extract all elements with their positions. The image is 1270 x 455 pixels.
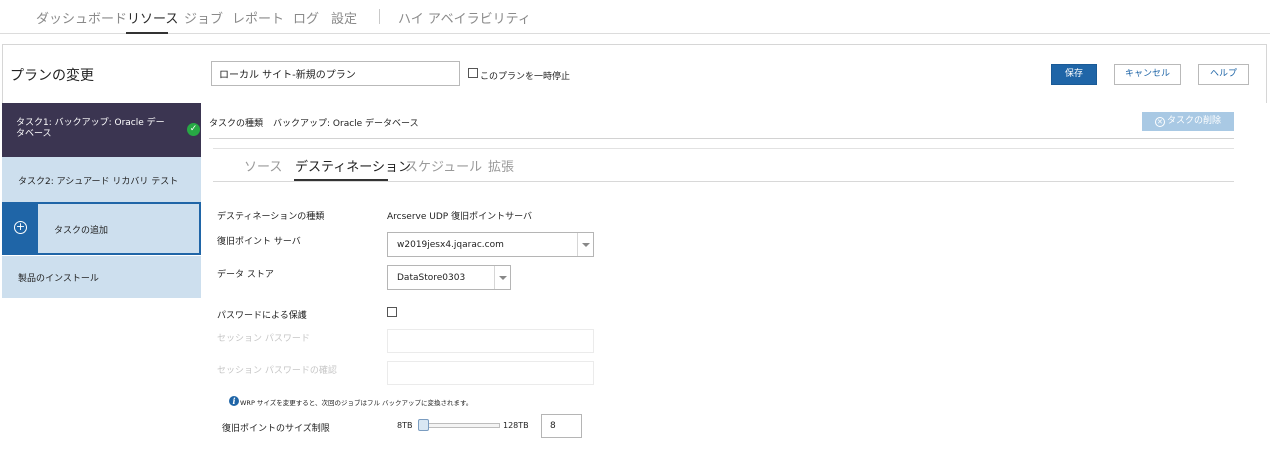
task-type-value: バックアップ: Oracle データベース bbox=[273, 119, 419, 129]
nav-high-availability[interactable]: ハイ アベイラビリティ bbox=[398, 8, 531, 27]
close-circle-icon: ✕ bbox=[1154, 117, 1165, 127]
size-slider-handle[interactable] bbox=[418, 419, 429, 431]
info-message: WRP サイズを変更すると、次回のジョブはフル バックアップに変換されます。 bbox=[240, 399, 473, 407]
rps-select-value: w2019jesx4.jqarac.com bbox=[397, 240, 504, 250]
password-protect-label: パスワードによる保護 bbox=[217, 311, 307, 321]
help-button[interactable]: ヘルプ bbox=[1198, 64, 1249, 85]
sidebar-item-label: タスクの追加 bbox=[54, 226, 109, 236]
page-title: プランの変更 bbox=[10, 68, 94, 84]
plus-circle-icon: + bbox=[14, 220, 27, 234]
nav-active-indicator bbox=[126, 32, 168, 34]
pause-plan-checkbox[interactable] bbox=[468, 68, 478, 78]
size-limit-input[interactable]: 8 bbox=[541, 414, 582, 438]
password-protect-checkbox[interactable] bbox=[387, 307, 397, 317]
check-icon: ✓ bbox=[187, 123, 200, 136]
nav-resources[interactable]: リソース bbox=[127, 8, 178, 27]
tab-schedule[interactable]: スケジュール bbox=[405, 156, 482, 175]
nav-reports[interactable]: レポート bbox=[232, 8, 284, 27]
sidebar-item-label: タスク1: バックアップ: Oracle データベース bbox=[16, 118, 165, 139]
session-password-confirm-label: セッション パスワードの確認 bbox=[217, 366, 337, 376]
datastore-label: データ ストア bbox=[217, 270, 274, 280]
divider bbox=[209, 138, 1234, 139]
info-icon: i bbox=[229, 396, 239, 406]
sidebar-item-label: 製品のインストール bbox=[18, 274, 99, 284]
chevron-down-icon[interactable] bbox=[494, 266, 510, 289]
divider bbox=[213, 148, 1234, 149]
sidebar-item-task2[interactable]: タスク2: アシュアード リカバリ テスト bbox=[2, 157, 201, 202]
pause-plan-label: このプランを一時停止 bbox=[480, 72, 571, 82]
sidebar-item-install[interactable]: 製品のインストール bbox=[2, 256, 201, 298]
tab-destination[interactable]: デスティネーション bbox=[295, 156, 411, 175]
nav-logs[interactable]: ログ bbox=[293, 8, 319, 27]
save-button[interactable]: 保存 bbox=[1051, 64, 1097, 85]
cancel-button[interactable]: キャンセル bbox=[1114, 64, 1181, 85]
nav-dashboard[interactable]: ダッシュボード bbox=[36, 8, 127, 27]
size-slider-track[interactable] bbox=[418, 423, 500, 428]
add-icon-cell: + bbox=[4, 204, 38, 253]
chevron-down-icon[interactable] bbox=[577, 233, 593, 256]
sidebar-item-task1[interactable]: タスク1: バックアップ: Oracle データベース ✓ bbox=[2, 103, 201, 157]
tab-advanced[interactable]: 拡張 bbox=[488, 156, 514, 175]
nav-divider bbox=[379, 9, 380, 24]
add-task-button[interactable]: + タスクの追加 bbox=[2, 202, 201, 255]
slider-min-label: 8TB bbox=[397, 421, 413, 430]
sidebar-item-label: タスク2: アシュアード リカバリ テスト bbox=[18, 177, 179, 187]
rps-select[interactable]: w2019jesx4.jqarac.com bbox=[387, 232, 594, 257]
size-limit-label: 復旧ポイントのサイズ制限 bbox=[222, 424, 330, 434]
delete-task-button[interactable]: ✕ タスクの削除 bbox=[1142, 112, 1234, 131]
task-type-row: タスクの種類 バックアップ: Oracle データベース bbox=[209, 116, 419, 129]
datastore-select[interactable]: DataStore0303 bbox=[387, 265, 511, 290]
nav-jobs[interactable]: ジョブ bbox=[184, 8, 223, 27]
datastore-select-value: DataStore0303 bbox=[397, 273, 466, 283]
session-password-input[interactable] bbox=[387, 329, 594, 353]
divider bbox=[213, 181, 1234, 182]
destination-type-label: デスティネーションの種類 bbox=[217, 212, 325, 222]
rps-label: 復旧ポイント サーバ bbox=[217, 237, 301, 247]
slider-max-label: 128TB bbox=[503, 421, 529, 430]
top-navigation: ダッシュボード リソース ジョブ レポート ログ 設定 ハイ アベイラビリティ bbox=[0, 0, 1270, 34]
delete-task-label: タスクの削除 bbox=[1166, 116, 1221, 126]
tab-source[interactable]: ソース bbox=[244, 156, 282, 175]
plan-name-input[interactable] bbox=[211, 61, 460, 86]
session-password-label: セッション パスワード bbox=[217, 334, 310, 344]
nav-settings[interactable]: 設定 bbox=[331, 8, 357, 27]
session-password-confirm-input[interactable] bbox=[387, 361, 594, 385]
task-type-label: タスクの種類 bbox=[209, 119, 264, 129]
destination-type-value: Arcserve UDP 復旧ポイントサーバ bbox=[387, 212, 532, 222]
